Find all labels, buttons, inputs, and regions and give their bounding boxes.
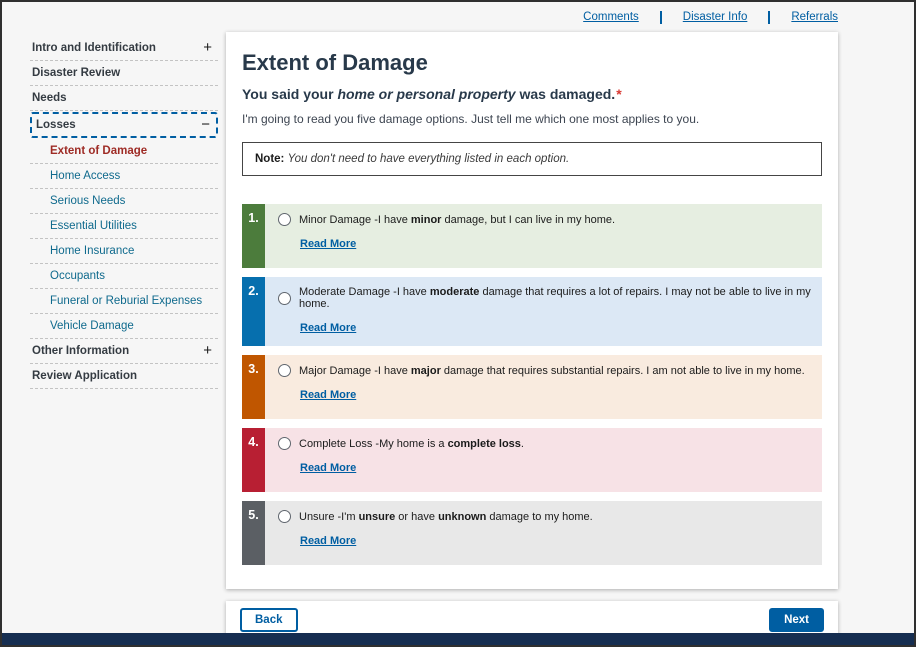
question-subtitle: You said your home or personal property …	[242, 86, 822, 102]
sidebar-subitem-occupants[interactable]: Occupants	[30, 264, 218, 289]
option-body: Major Damage -I have major damage that r…	[265, 355, 822, 419]
separator-bar	[660, 11, 662, 24]
radio-option-3[interactable]	[278, 364, 291, 377]
sidebar-item-other-information[interactable]: Other Information +	[30, 339, 218, 364]
read-more-link[interactable]: Read More	[300, 322, 356, 334]
sidebar-item-disaster-review[interactable]: Disaster Review	[30, 61, 218, 86]
note-text: You don't need to have everything listed…	[288, 153, 570, 165]
footer-strip	[2, 633, 914, 645]
option-1-label[interactable]: Minor Damage -I have minor damage, but I…	[278, 213, 816, 226]
option-number: 5.	[242, 501, 265, 565]
minus-icon[interactable]: −	[201, 120, 210, 130]
sidebar-nav: Intro and Identification + Disaster Revi…	[30, 32, 218, 389]
damage-option-4: 4. Complete Loss -My home is a complete …	[242, 428, 822, 492]
next-button[interactable]: Next	[769, 608, 824, 632]
page-title: Extent of Damage	[242, 50, 822, 76]
app-window: Comments Disaster Info Referrals Intro a…	[0, 0, 916, 647]
top-link-referrals[interactable]: Referrals	[791, 11, 838, 23]
option-text: Moderate Damage -I have moderate damage …	[299, 286, 816, 310]
option-text: Unsure -I'm unsure or have unknown damag…	[299, 511, 593, 523]
sidebar-subitem-funeral-or-reburial-expenses[interactable]: Funeral or Reburial Expenses	[30, 289, 218, 314]
subtitle-text: You said your	[242, 86, 337, 102]
note-label: Note:	[255, 153, 284, 165]
plus-icon[interactable]: +	[203, 346, 212, 356]
sidebar-subitem-vehicle-damage[interactable]: Vehicle Damage	[30, 314, 218, 339]
separator-bar	[768, 11, 770, 24]
sidebar-item-label: Other Information	[32, 345, 129, 357]
read-more-link[interactable]: Read More	[300, 535, 356, 547]
read-more-link[interactable]: Read More	[300, 238, 356, 250]
damage-option-2: 2. Moderate Damage -I have moderate dama…	[242, 277, 822, 346]
sidebar-subitem-essential-utilities[interactable]: Essential Utilities	[30, 214, 218, 239]
option-body: Moderate Damage -I have moderate damage …	[265, 277, 822, 346]
subtitle-text: was damaged.	[516, 86, 616, 102]
top-link-disaster-info[interactable]: Disaster Info	[683, 11, 748, 23]
sidebar-subitem-home-insurance[interactable]: Home Insurance	[30, 239, 218, 264]
required-asterisk: *	[616, 86, 621, 102]
top-bar: Comments Disaster Info Referrals	[2, 2, 914, 32]
option-body: Minor Damage -I have minor damage, but I…	[265, 204, 822, 268]
back-button[interactable]: Back	[240, 608, 298, 632]
sidebar-subitem-home-access[interactable]: Home Access	[30, 164, 218, 189]
radio-option-5[interactable]	[278, 510, 291, 523]
option-5-label[interactable]: Unsure -I'm unsure or have unknown damag…	[278, 510, 816, 523]
subtitle-emphasis: home or personal property	[337, 86, 515, 102]
option-3-label[interactable]: Major Damage -I have major damage that r…	[278, 364, 816, 377]
option-4-label[interactable]: Complete Loss -My home is a complete los…	[278, 437, 816, 450]
top-link-comments[interactable]: Comments	[583, 11, 639, 23]
option-body: Complete Loss -My home is a complete los…	[265, 428, 822, 492]
plus-icon[interactable]: +	[203, 43, 212, 53]
radio-option-1[interactable]	[278, 213, 291, 226]
option-body: Unsure -I'm unsure or have unknown damag…	[265, 501, 822, 565]
main-content: Extent of Damage You said your home or p…	[218, 32, 914, 639]
top-nav: Comments Disaster Info Referrals	[583, 11, 838, 24]
read-more-link[interactable]: Read More	[300, 462, 356, 474]
option-text: Complete Loss -My home is a complete los…	[299, 438, 524, 450]
option-number: 1.	[242, 204, 265, 268]
sidebar-subitem-serious-needs[interactable]: Serious Needs	[30, 189, 218, 214]
damage-option-1: 1. Minor Damage -I have minor damage, bu…	[242, 204, 822, 268]
intro-text: I'm going to read you five damage option…	[242, 112, 822, 126]
damage-options-list: 1. Minor Damage -I have minor damage, bu…	[242, 204, 822, 565]
sidebar-item-label: Needs	[32, 92, 67, 104]
sidebar-item-label: Disaster Review	[32, 67, 120, 79]
option-number: 3.	[242, 355, 265, 419]
sidebar-item-losses[interactable]: Losses −	[30, 112, 218, 138]
sidebar-item-review-application[interactable]: Review Application	[30, 364, 218, 389]
radio-option-2[interactable]	[278, 292, 291, 305]
sidebar-subitem-extent-of-damage[interactable]: Extent of Damage	[30, 139, 218, 164]
sidebar-item-label: Review Application	[32, 370, 137, 382]
sidebar-item-label: Intro and Identification	[32, 42, 156, 54]
option-text: Major Damage -I have major damage that r…	[299, 365, 805, 377]
sidebar-item-label: Losses	[36, 119, 76, 131]
option-number: 2.	[242, 277, 265, 346]
damage-option-5: 5. Unsure -I'm unsure or have unknown da…	[242, 501, 822, 565]
option-2-label[interactable]: Moderate Damage -I have moderate damage …	[278, 286, 816, 310]
option-number: 4.	[242, 428, 265, 492]
read-more-link[interactable]: Read More	[300, 389, 356, 401]
note-box: Note: You don't need to have everything …	[242, 142, 822, 176]
sidebar-item-intro-and-identification[interactable]: Intro and Identification +	[30, 36, 218, 61]
option-text: Minor Damage -I have minor damage, but I…	[299, 214, 615, 226]
sidebar-item-needs[interactable]: Needs	[30, 86, 218, 111]
damage-option-3: 3. Major Damage -I have major damage tha…	[242, 355, 822, 419]
extent-of-damage-card: Extent of Damage You said your home or p…	[226, 32, 838, 589]
radio-option-4[interactable]	[278, 437, 291, 450]
page-layout: Intro and Identification + Disaster Revi…	[2, 32, 914, 639]
